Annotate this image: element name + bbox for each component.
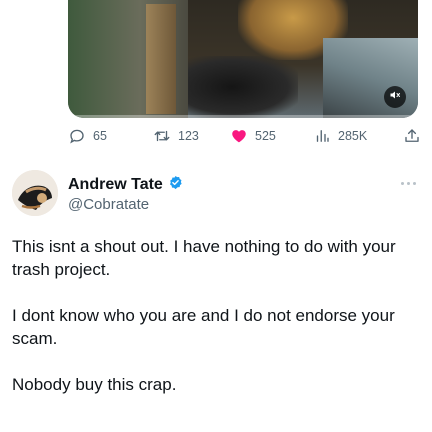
reply-count: 65	[93, 129, 107, 143]
retweet-count: 123	[178, 129, 199, 143]
tweet-paragraph: Nobody buy this crap.	[12, 375, 177, 394]
tweet-text: This isnt a shout out. I have nothing to…	[12, 236, 420, 421]
views-button[interactable]: 285K	[313, 127, 367, 145]
video-player[interactable]	[68, 0, 418, 118]
tweet-page: 65 123 525 285K Andrew Tate @Cobratate T…	[0, 0, 432, 432]
share-icon	[403, 127, 421, 145]
more-options-button[interactable]	[401, 182, 416, 185]
analytics-icon	[313, 127, 331, 145]
retweet-button[interactable]: 123	[153, 127, 199, 145]
tweet-paragraph: I dont know who you are and I do not end…	[12, 306, 395, 348]
like-count: 525	[255, 129, 276, 143]
verified-badge-icon	[168, 175, 183, 195]
speaker-muted-icon	[389, 88, 401, 106]
author-name-row[interactable]: Andrew Tate	[68, 175, 183, 195]
like-button[interactable]: 525	[230, 127, 276, 145]
reply-button[interactable]: 65	[68, 127, 107, 145]
view-count: 285K	[338, 129, 368, 143]
avatar[interactable]	[12, 170, 58, 216]
share-button[interactable]	[403, 127, 421, 145]
video-progress-bar[interactable]	[68, 115, 418, 118]
mute-button[interactable]	[384, 86, 406, 108]
more-dots-icon	[401, 182, 404, 185]
heart-icon	[230, 127, 248, 145]
author-handle[interactable]: @Cobratate	[68, 196, 149, 213]
author-name[interactable]: Andrew Tate	[68, 176, 163, 194]
tweet-action-bar: 65 123 525 285K	[68, 124, 421, 148]
retweet-icon	[153, 127, 171, 145]
reply-icon	[68, 127, 86, 145]
tweet-paragraph: This isnt a shout out. I have nothing to…	[12, 237, 396, 279]
